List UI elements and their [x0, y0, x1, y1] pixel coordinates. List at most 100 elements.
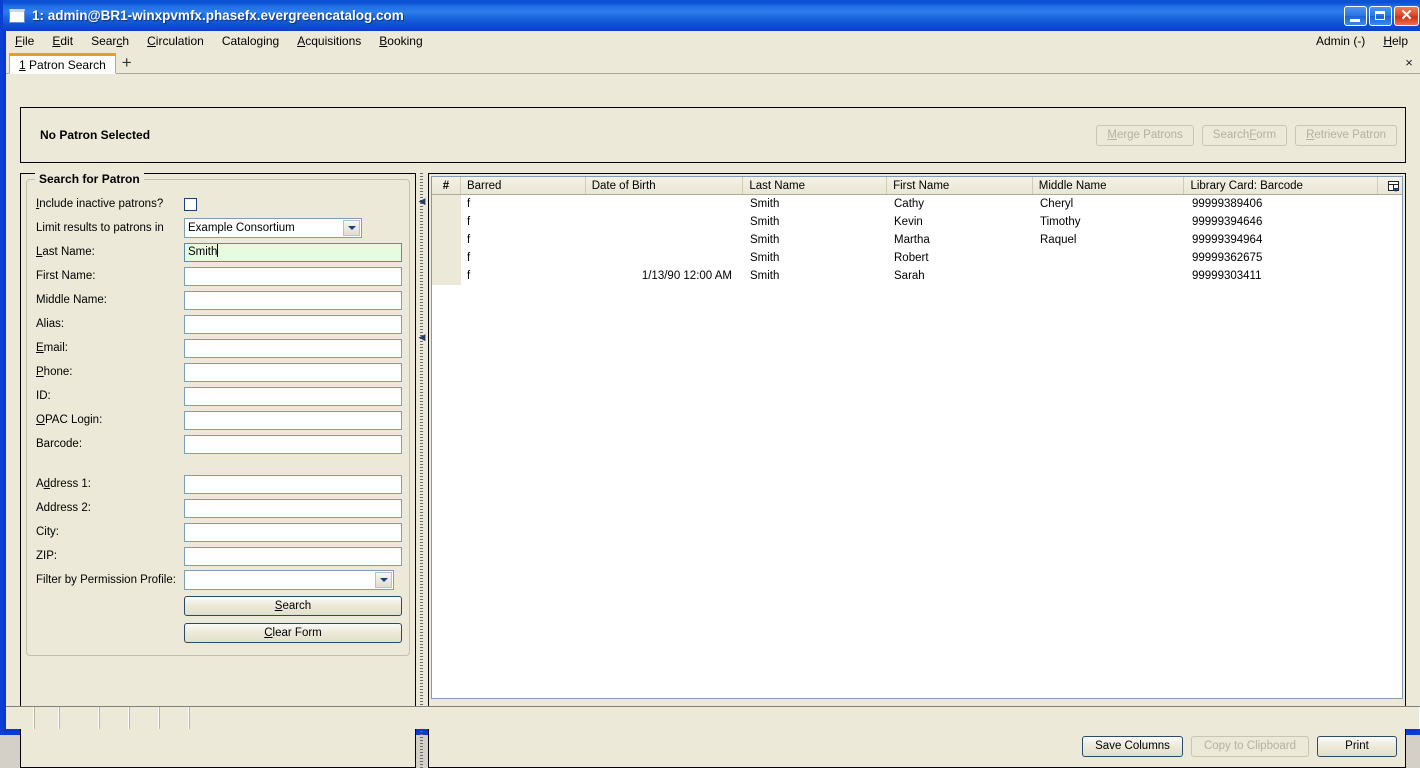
column-header-number[interactable]: # [432, 177, 461, 194]
cell-middle-name: Raquel [1040, 234, 1077, 246]
table-row[interactable]: 4 f Smith Robert 99999362675 [432, 249, 1402, 267]
cell-barred: f [467, 216, 471, 228]
menu-booking[interactable]: Booking [370, 32, 431, 50]
row-zip: ZIP: [36, 544, 402, 568]
splitter-collapse-down-icon[interactable]: ◀ [418, 333, 426, 342]
column-header-first-name[interactable]: First Name [887, 177, 1033, 194]
menu-acquisitions[interactable]: Acquisitions [288, 32, 370, 50]
close-tab-icon[interactable]: × [1398, 52, 1420, 73]
email-label: Email: [36, 342, 68, 354]
permission-profile-select[interactable] [184, 570, 394, 590]
search-panel: Search for Patron Include inactive patro… [20, 172, 416, 768]
clear-form-button[interactable]: Clear Form [184, 623, 402, 643]
menu-cataloging[interactable]: Cataloging [213, 32, 288, 50]
cell-barcode: 99999362675 [1192, 252, 1263, 264]
address-1-input[interactable] [184, 474, 402, 494]
new-tab-button[interactable]: + [116, 52, 138, 73]
groupbox-legend: Search for Patron [35, 172, 144, 186]
splitter-collapse-up-icon[interactable]: ◀ [418, 197, 426, 206]
city-input[interactable] [184, 522, 402, 542]
tab-patron-search[interactable]: 1 Patron Search [9, 53, 116, 74]
address-1-label: Address 1: [36, 478, 91, 490]
first-name-input[interactable] [184, 266, 402, 286]
id-input[interactable] [184, 386, 402, 406]
row-number-gutter [432, 195, 461, 285]
table-row[interactable]: 3 f Smith Martha Raquel 99999394964 [432, 231, 1402, 249]
cell-dob [586, 249, 744, 267]
limit-results-value: Example Consortium [188, 222, 295, 234]
cell-last-name: Smith [750, 270, 780, 282]
cell-barred: f [467, 198, 471, 210]
cell-dob [586, 231, 744, 249]
column-header-barred[interactable]: Barred [461, 177, 586, 194]
limit-results-label: Limit results to patrons in [36, 222, 164, 234]
close-button[interactable]: ✕ [1394, 5, 1419, 26]
first-name-label: First Name: [36, 270, 96, 282]
phone-input[interactable] [184, 362, 402, 382]
id-label: ID: [36, 390, 51, 402]
panel-splitter[interactable]: ◀ ◀ [416, 173, 428, 768]
menu-circulation[interactable]: Circulation [138, 32, 213, 50]
column-picker-icon[interactable] [1378, 177, 1402, 194]
column-header-dob[interactable]: Date of Birth [586, 177, 744, 194]
row-first-name: First Name: [36, 264, 402, 288]
alias-input[interactable] [184, 314, 402, 334]
column-header-last-name[interactable]: Last Name [743, 177, 888, 194]
search-groupbox: Search for Patron Include inactive patro… [26, 172, 410, 656]
city-label: City: [36, 526, 59, 538]
status-bar [6, 706, 1420, 729]
search-form-button[interactable]: Search Form [1201, 124, 1288, 146]
email-input[interactable] [184, 338, 402, 358]
phone-label: Phone: [36, 366, 73, 378]
row-search-button: Search [36, 594, 402, 618]
copy-to-clipboard-button[interactable]: Copy to Clipboard [1190, 735, 1309, 757]
patron-status-label: No Patron Selected [40, 128, 151, 142]
last-name-label: Last Name: [36, 246, 95, 258]
cell-dob: 1/13/90 12:00 AM [641, 270, 732, 282]
print-button[interactable]: Print [1317, 735, 1397, 757]
menu-admin[interactable]: Admin (-) [1307, 32, 1374, 50]
cell-barred: f [467, 252, 471, 264]
middle-name-label: Middle Name: [36, 294, 107, 306]
table-row[interactable]: 5 f 1/13/90 12:00 AM Smith Sarah 9999930… [432, 267, 1402, 285]
column-header-middle-name[interactable]: Middle Name [1033, 177, 1185, 194]
cell-last-name: Smith [750, 216, 780, 228]
middle-name-input[interactable] [184, 290, 402, 310]
table-row[interactable]: 1 f Smith Cathy Cheryl 99999389406 [432, 195, 1402, 213]
menu-edit[interactable]: Edit [43, 32, 82, 50]
column-header-library-card[interactable]: Library Card: Barcode [1184, 177, 1379, 194]
opac-login-input[interactable] [184, 410, 402, 430]
cell-barred: f [467, 234, 471, 246]
row-city: City: [36, 520, 402, 544]
cell-first-name: Robert [894, 252, 929, 264]
include-inactive-checkbox[interactable] [184, 197, 197, 211]
patron-summary-header: No Patron Selected Merge Patrons Search … [20, 107, 1406, 163]
row-address-1: Address 1: [36, 472, 402, 496]
merge-patrons-button[interactable]: Merge Patrons [1096, 124, 1194, 146]
retrieve-patron-button[interactable]: Retrieve Patron [1295, 124, 1397, 146]
minimize-button[interactable] [1344, 5, 1367, 26]
menu-file[interactable]: File [6, 32, 43, 50]
barcode-input[interactable] [184, 434, 402, 454]
grid-body: 1 f Smith Cathy Cheryl 99999389406 2 f [432, 195, 1402, 285]
search-button[interactable]: Search [184, 596, 402, 616]
grid-header-row: # Barred Date of Birth Last Name First N… [432, 177, 1402, 195]
address-2-input[interactable] [184, 498, 402, 518]
last-name-input[interactable]: Smith [184, 242, 402, 262]
cell-barcode: 99999303411 [1192, 270, 1262, 282]
table-row[interactable]: 2 f Smith Kevin Timothy 99999394646 [432, 213, 1402, 231]
row-last-name: Last Name: Smith [36, 240, 402, 264]
menu-help[interactable]: Help [1374, 32, 1420, 50]
results-panel: # Barred Date of Birth Last Name First N… [428, 173, 1406, 768]
row-opac-login: OPAC Login: [36, 408, 402, 432]
results-grid[interactable]: # Barred Date of Birth Last Name First N… [431, 176, 1403, 699]
tab-strip: 1 Patron Search + × [6, 50, 1420, 74]
opac-login-label: OPAC Login: [36, 414, 103, 426]
zip-input[interactable] [184, 546, 402, 566]
limit-results-select[interactable]: Example Consortium [184, 218, 362, 238]
cell-first-name: Sarah [894, 270, 925, 282]
save-columns-button[interactable]: Save Columns [1082, 735, 1183, 757]
menu-search[interactable]: Search [82, 32, 138, 50]
maximize-button[interactable] [1369, 5, 1392, 26]
cell-first-name: Martha [894, 234, 930, 246]
